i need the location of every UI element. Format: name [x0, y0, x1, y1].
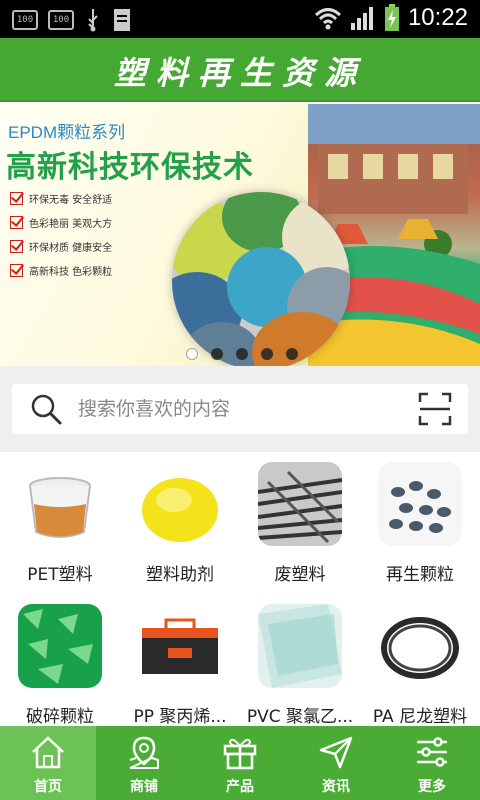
wifi-icon	[314, 8, 341, 30]
recycled-pellets-image	[378, 462, 462, 546]
signal-icon	[350, 7, 373, 30]
battery-charging-icon	[384, 4, 399, 31]
gift-icon	[223, 738, 257, 770]
category-label: PA 尼龙塑料	[372, 707, 468, 727]
map-pin-icon	[129, 736, 159, 769]
category-label: 塑料助剂	[146, 565, 214, 585]
carousel-dot-5[interactable]	[286, 348, 298, 360]
bottom-tab-bar: 首页 商铺 产品 资讯 更多	[0, 726, 480, 800]
category-item-additive[interactable]: 塑料助剂	[120, 452, 240, 592]
category-item-crushed[interactable]: 破碎颗粒	[0, 594, 120, 734]
banner-feature: 色彩艳丽 美观大方	[10, 210, 112, 234]
checkbox-icon	[10, 191, 23, 205]
category-label: PET塑料	[27, 565, 93, 585]
category-item-pp[interactable]: PP 聚丙烯...	[120, 594, 240, 734]
status-bar: 100 100 10:22	[0, 0, 480, 38]
checkbox-icon	[10, 263, 23, 277]
category-item-recycled[interactable]: 再生颗粒	[360, 452, 480, 592]
battery-100-icon-2: 100	[48, 10, 74, 30]
tab-label: 商铺	[130, 779, 158, 795]
category-item-pvc[interactable]: PVC 聚氯乙...	[240, 594, 360, 734]
home-icon	[32, 736, 64, 769]
scan-icon[interactable]	[418, 392, 452, 426]
carousel-dot-1[interactable]	[186, 348, 198, 360]
status-bar-system: 10:22	[314, 4, 468, 32]
carousel-dot-4[interactable]	[261, 348, 273, 360]
category-label: PP 聚丙烯...	[133, 707, 227, 727]
battery-100-icon: 100	[12, 10, 38, 30]
checkbox-icon	[10, 239, 23, 253]
banner-carousel[interactable]: EPDM颗粒系列 高新科技环保技术 环保无毒 安全舒适 色彩艳丽 美观大方 环保…	[0, 104, 480, 366]
category-label: 破碎颗粒	[26, 707, 94, 727]
pvc-sheet-image	[258, 604, 342, 688]
crushed-green-image	[18, 604, 102, 688]
banner-feature-list: 环保无毒 安全舒适 色彩艳丽 美观大方 环保材质 健康安全 高新科技 色彩颗粒	[10, 186, 112, 282]
tab-label: 更多	[418, 779, 446, 795]
waste-plastic-image	[258, 462, 342, 546]
category-grid: PET塑料 塑料助剂 废塑料 再生颗粒 破碎颗粒 PP 聚丙烯... PVC 聚…	[0, 452, 480, 727]
usb-icon	[88, 9, 98, 32]
tab-shops[interactable]: 商铺	[96, 726, 192, 800]
category-item-pet[interactable]: PET塑料	[0, 452, 120, 592]
banner-headline: 高新科技环保技术	[6, 150, 254, 185]
category-label: 再生颗粒	[386, 565, 454, 585]
banner-feature: 高新科技 色彩颗粒	[10, 258, 112, 282]
yellow-powder-image	[138, 462, 222, 546]
banner-subtitle: EPDM颗粒系列	[8, 123, 126, 142]
category-item-pa[interactable]: PA 尼龙塑料	[360, 594, 480, 734]
clock: 10:22	[407, 4, 468, 31]
tab-label: 资讯	[322, 779, 350, 795]
category-label: PVC 聚氯乙...	[246, 707, 354, 727]
tab-more[interactable]: 更多	[384, 726, 480, 800]
category-label: 废塑料	[274, 565, 326, 585]
plastic-cup-image	[18, 462, 102, 546]
banner-feature: 环保无毒 安全舒适	[10, 186, 112, 210]
status-bar-notifications: 100 100	[12, 7, 132, 33]
search-input[interactable]	[78, 384, 398, 434]
toolbox-image	[138, 604, 222, 688]
search-section	[0, 366, 480, 452]
tab-label: 首页	[34, 779, 62, 795]
search-bar[interactable]	[12, 384, 468, 434]
app-title: 塑料再生资源	[113, 54, 366, 92]
tab-home[interactable]: 首页	[0, 726, 96, 800]
checkbox-icon	[10, 215, 23, 229]
search-icon[interactable]	[30, 393, 62, 425]
granules-image	[172, 192, 350, 366]
banner-feature: 环保材质 健康安全	[10, 234, 112, 258]
file-icon	[114, 9, 130, 31]
category-item-waste[interactable]: 废塑料	[240, 452, 360, 592]
nylon-coil-image	[378, 604, 462, 688]
sliders-icon	[417, 737, 447, 767]
send-icon	[319, 736, 353, 769]
title-bar: 塑料再生资源	[0, 38, 480, 102]
tab-products[interactable]: 产品	[192, 726, 288, 800]
tab-news[interactable]: 资讯	[288, 726, 384, 800]
tab-label: 产品	[226, 779, 254, 795]
carousel-indicators[interactable]	[186, 348, 298, 360]
carousel-dot-3[interactable]	[236, 348, 248, 360]
carousel-dot-2[interactable]	[211, 348, 223, 360]
